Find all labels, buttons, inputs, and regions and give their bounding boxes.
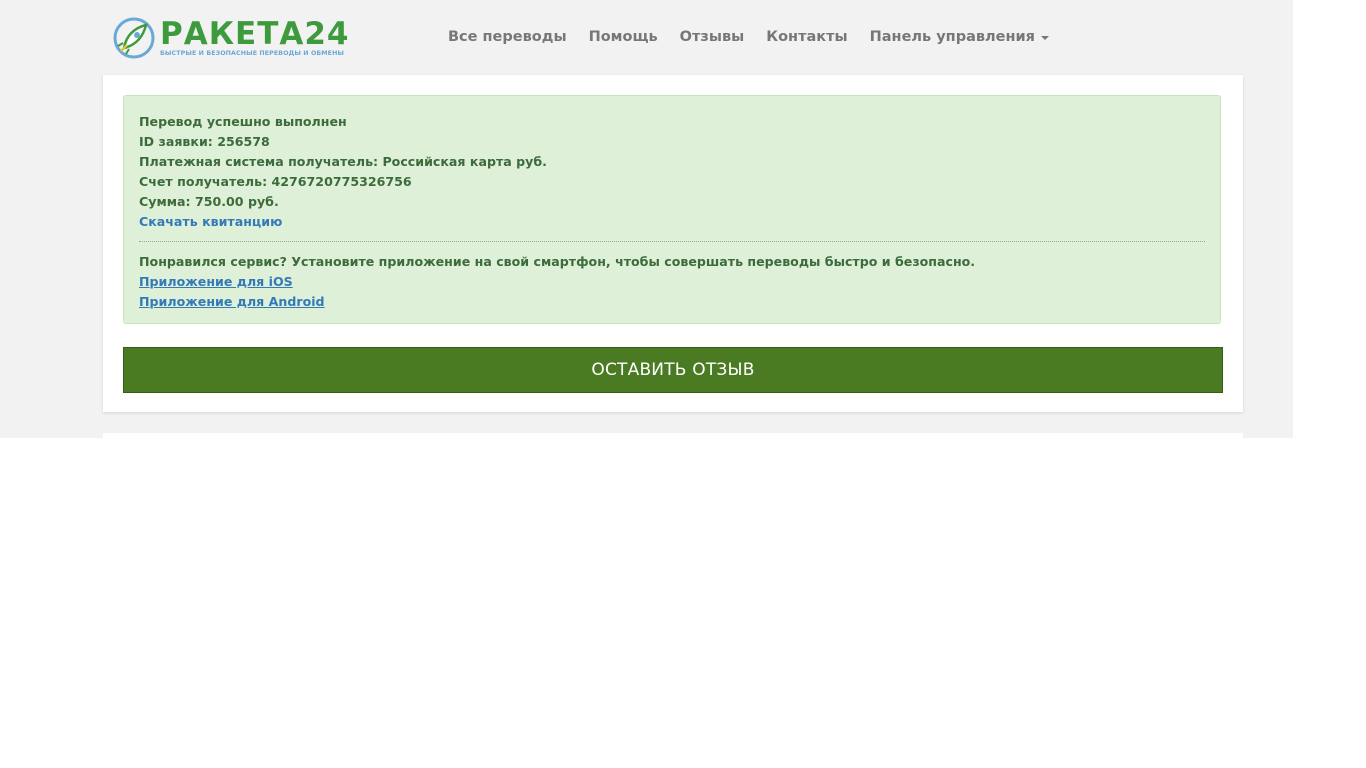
download-receipt-link[interactable]: Скачать квитанцию (139, 214, 282, 229)
logo-title: РАКЕТА24 (160, 15, 350, 52)
success-alert: Перевод успешно выполнен ID заявки: 2565… (123, 95, 1221, 324)
payment-system: Платежная система получатель: Российская… (139, 154, 547, 169)
recipient-account: Счет получатель: 4276720775326756 (139, 174, 412, 189)
nav-item-label: Помощь (588, 29, 658, 45)
order-id: ID заявки: 256578 (139, 134, 270, 149)
amount: Сумма: 750.00 руб. (139, 194, 279, 209)
logo-subtitle: БЫСТРЫЕ И БЕЗОПАСНЫЕ ПЕРЕВОДЫ И ОБМЕНЫ (160, 49, 345, 57)
nav-contacts[interactable]: Контакты (766, 29, 847, 45)
secondary-card (103, 433, 1243, 438)
header: РАКЕТА24 БЫСТРЫЕ И БЕЗОПАСНЫЕ ПЕРЕВОДЫ И… (0, 0, 1293, 75)
nav-reviews[interactable]: Отзывы (680, 29, 745, 45)
result-card: Перевод успешно выполнен ID заявки: 2565… (103, 75, 1243, 412)
promo-text: Понравился сервис? Установите приложение… (139, 254, 976, 269)
status-text: Перевод успешно выполнен (139, 114, 347, 129)
logo[interactable]: РАКЕТА24 БЫСТРЫЕ И БЕЗОПАСНЫЕ ПЕРЕВОДЫ И… (112, 14, 364, 62)
rocket-icon (112, 16, 156, 60)
nav-all-transfers[interactable]: Все переводы (448, 29, 567, 45)
main-nav: Все переводы Помощь Отзывы Контакты Пане… (448, 29, 1071, 45)
nav-help[interactable]: Помощь (589, 29, 658, 45)
android-app-link[interactable]: Приложение для Android (139, 294, 325, 309)
caret-down-icon (1041, 36, 1049, 40)
ios-app-link[interactable]: Приложение для iOS (139, 274, 293, 289)
nav-item-label: Контакты (766, 29, 848, 45)
nav-item-label: Панель управления (869, 29, 1035, 45)
leave-review-button[interactable]: ОСТАВИТЬ ОТЗЫВ (123, 347, 1223, 393)
divider (139, 241, 1205, 242)
nav-item-label: Все переводы (448, 29, 567, 45)
nav-item-label: Отзывы (679, 29, 745, 45)
nav-control-panel-dropdown[interactable]: Панель управления (870, 29, 1049, 45)
